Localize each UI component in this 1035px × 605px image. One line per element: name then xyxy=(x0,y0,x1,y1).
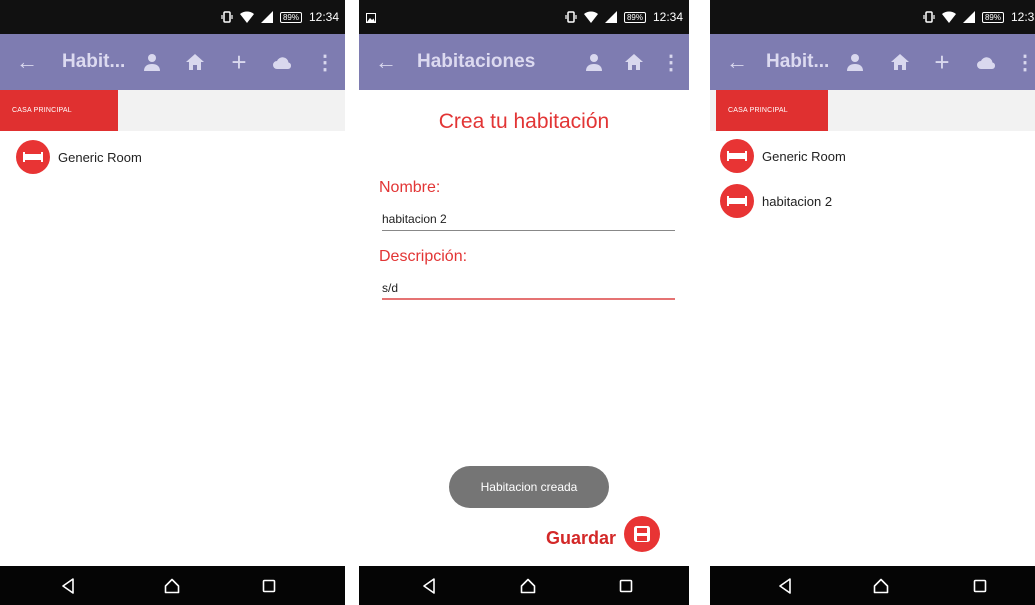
name-field[interactable]: habitacion 2 xyxy=(382,207,675,231)
tab-casa-principal[interactable]: CASA PRINCIPAL xyxy=(716,90,828,131)
status-bar: 89% 12:34 xyxy=(359,0,689,34)
recents-icon[interactable] xyxy=(969,575,991,597)
description-label: Descripción: xyxy=(379,248,468,265)
status-time: 12:34 xyxy=(652,10,683,24)
floppy-disk-icon xyxy=(634,526,650,542)
overflow-menu-icon[interactable]: ⋮ xyxy=(1013,50,1035,74)
vibrate-icon xyxy=(923,11,935,23)
home-icon[interactable] xyxy=(888,50,912,74)
nav-bar xyxy=(359,566,689,605)
recents-icon[interactable] xyxy=(615,575,637,597)
overflow-menu-icon[interactable]: ⋮ xyxy=(313,50,337,74)
wifi-icon xyxy=(941,11,956,23)
room-name: habitacion 2 xyxy=(762,193,833,209)
tab-casa-principal[interactable]: CASA PRINCIPAL xyxy=(0,90,118,131)
status-bar: 89% 12:35 xyxy=(710,0,1035,34)
bed-icon xyxy=(16,140,50,174)
home-nav-icon[interactable] xyxy=(161,575,183,597)
toolbar: ← Habit... + ⋮ xyxy=(710,34,1035,90)
wifi-icon xyxy=(239,11,254,23)
back-arrow-icon[interactable]: ← xyxy=(375,48,399,76)
home-nav-icon[interactable] xyxy=(517,575,539,597)
back-icon[interactable] xyxy=(418,575,440,597)
battery-indicator: 89% xyxy=(981,11,1004,23)
person-icon[interactable] xyxy=(140,50,164,74)
signal-icon xyxy=(962,11,975,23)
recents-icon[interactable] xyxy=(258,575,280,597)
screen-create-room: 89% 12:34 ← Habitaciones ⋮ Crea tu habit… xyxy=(359,0,689,605)
signal-icon xyxy=(604,11,617,23)
screen-room-list: 89% 12:34 ← Habit... + ⋮ CASA PRINCIPAL … xyxy=(0,0,345,605)
home-nav-icon[interactable] xyxy=(870,575,892,597)
wifi-icon xyxy=(583,11,598,23)
tab-bar: CASA PRINCIPAL xyxy=(710,90,1035,131)
back-arrow-icon[interactable]: ← xyxy=(16,48,40,76)
toolbar: ← Habit... + ⋮ xyxy=(0,34,345,90)
form-title: Crea tu habitación xyxy=(438,110,610,133)
toolbar-title: Habit... xyxy=(62,51,126,72)
save-button[interactable] xyxy=(624,516,660,552)
description-field[interactable]: s/d xyxy=(382,276,675,300)
back-icon[interactable] xyxy=(57,575,79,597)
back-arrow-icon[interactable]: ← xyxy=(726,48,750,76)
battery-indicator: 89% xyxy=(623,11,646,23)
signal-icon xyxy=(260,11,273,23)
vibrate-icon xyxy=(565,11,577,23)
list-item[interactable]: Generic Room xyxy=(720,139,846,173)
person-icon[interactable] xyxy=(843,50,867,74)
toolbar: ← Habitaciones ⋮ xyxy=(359,34,689,90)
toast-message: Habitacion creada xyxy=(449,466,609,508)
back-icon[interactable] xyxy=(774,575,796,597)
overflow-menu-icon[interactable]: ⋮ xyxy=(659,50,683,74)
nav-bar xyxy=(710,566,1035,605)
status-bar: 89% 12:34 xyxy=(0,0,345,34)
cloud-icon[interactable] xyxy=(974,50,998,74)
status-time: 12:35 xyxy=(1010,10,1035,24)
screen-room-list-updated: 89% 12:35 ← Habit... + ⋮ CASA PRINCIPAL … xyxy=(710,0,1035,605)
save-label: Guardar xyxy=(545,528,616,548)
room-name: Generic Room xyxy=(58,149,142,165)
cloud-icon[interactable] xyxy=(270,50,294,74)
bed-icon xyxy=(720,139,754,173)
status-time: 12:34 xyxy=(308,10,339,24)
name-label: Nombre: xyxy=(379,179,441,196)
add-icon[interactable]: + xyxy=(227,49,251,75)
battery-indicator: 89% xyxy=(279,11,302,23)
toolbar-title: Habit... xyxy=(766,51,830,72)
list-item[interactable]: Generic Room xyxy=(16,140,142,174)
person-icon[interactable] xyxy=(582,50,606,74)
list-item[interactable]: habitacion 2 xyxy=(720,184,832,218)
bed-icon xyxy=(720,184,754,218)
toolbar-title: Habitaciones xyxy=(417,51,536,72)
image-notification-icon xyxy=(366,10,376,28)
nav-bar xyxy=(0,566,345,605)
tab-bar: CASA PRINCIPAL xyxy=(0,90,345,131)
vibrate-icon xyxy=(221,11,233,23)
add-icon[interactable]: + xyxy=(930,49,954,75)
home-icon[interactable] xyxy=(183,50,207,74)
room-name: Generic Room xyxy=(762,148,846,164)
home-icon[interactable] xyxy=(622,50,646,74)
